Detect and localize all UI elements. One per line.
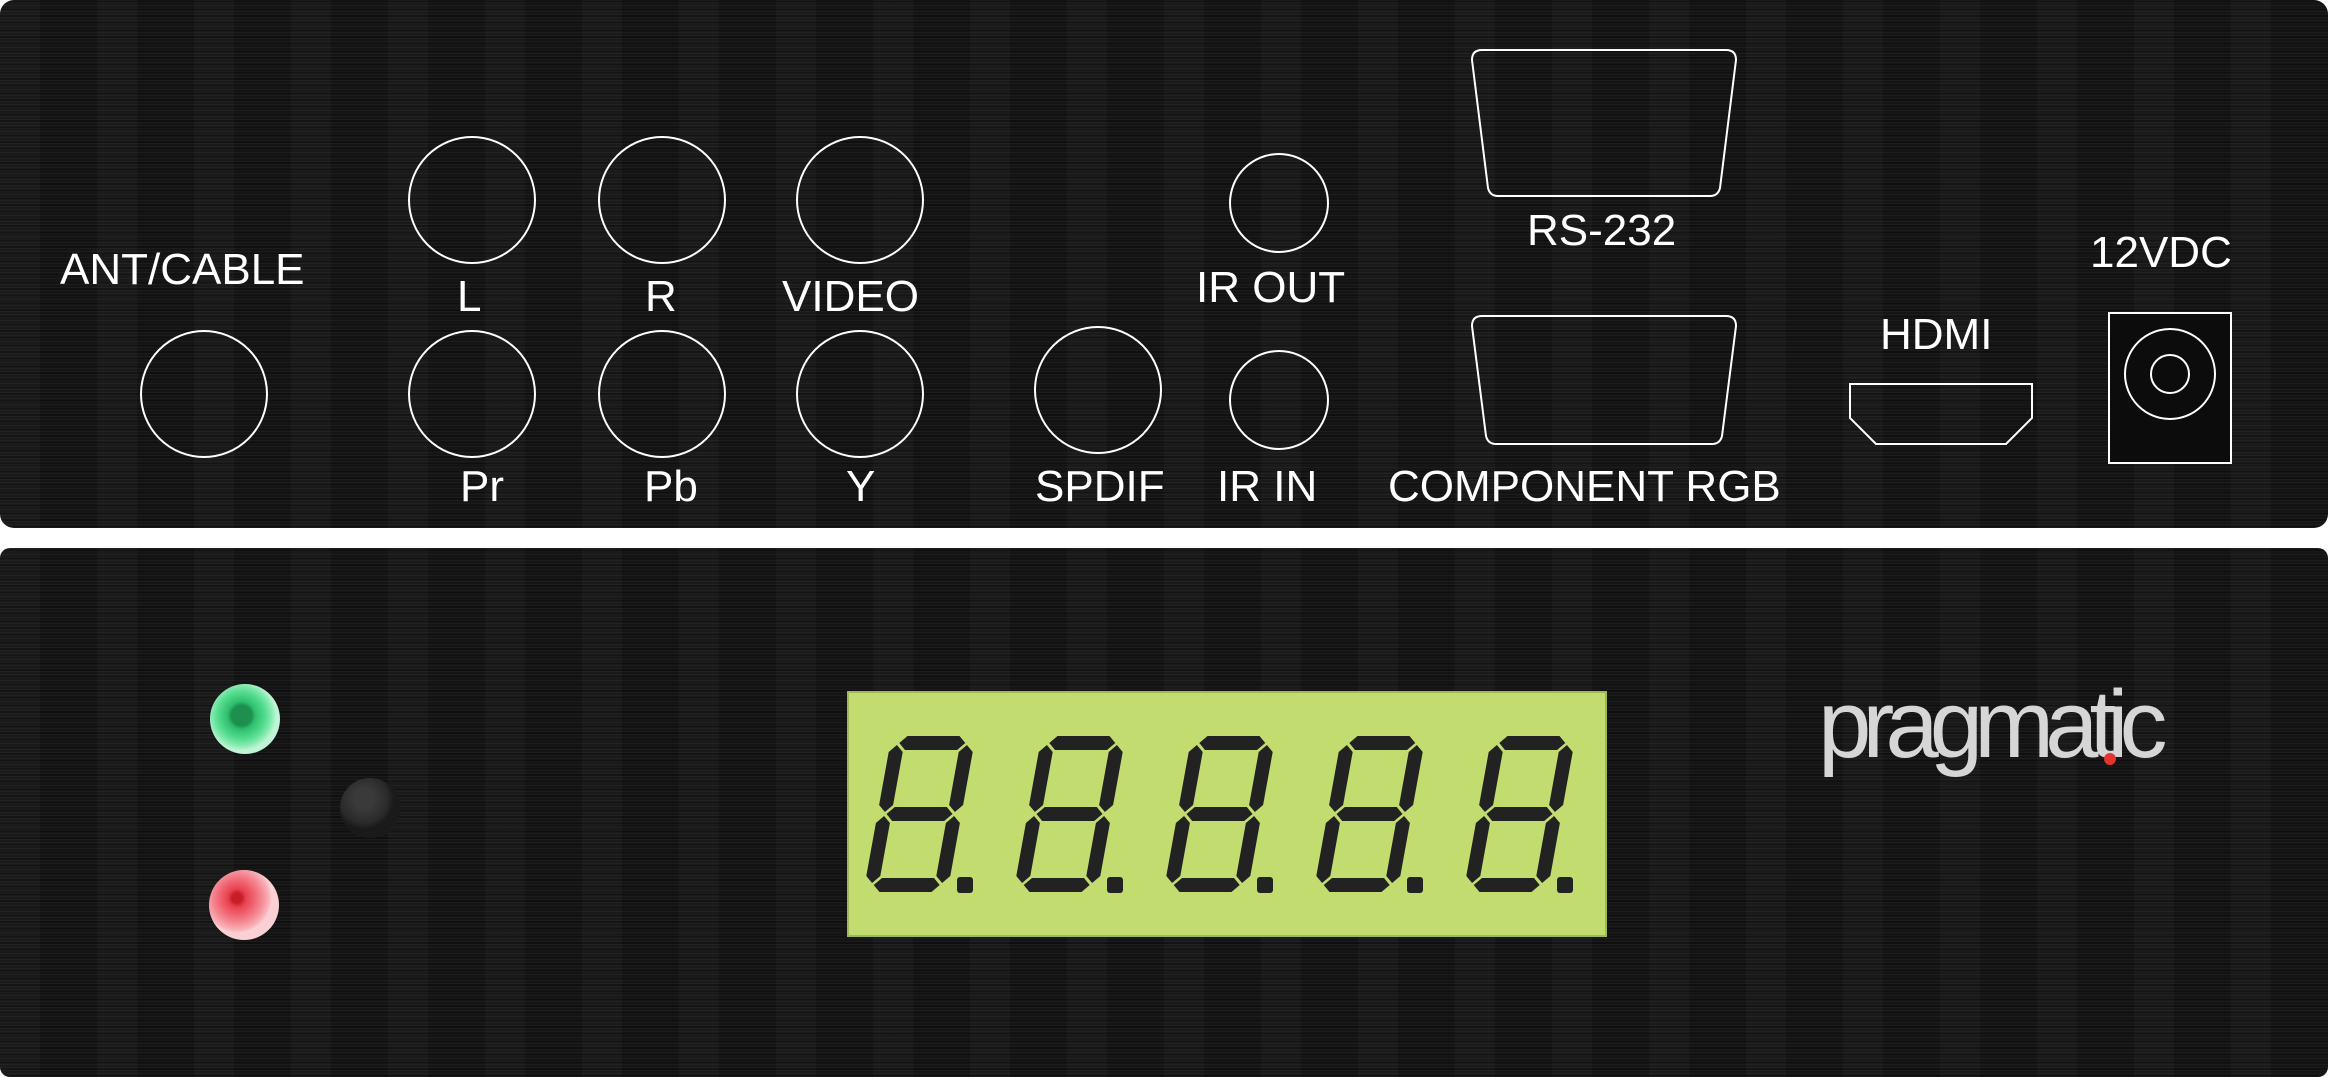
segment-2-d — [1023, 878, 1090, 892]
segment-1-a — [899, 736, 966, 750]
segment-1-e — [866, 816, 890, 883]
pr-jack[interactable] — [408, 330, 536, 458]
label-component-rgb: COMPONENT RGB — [1388, 462, 1781, 511]
label-pr: Pr — [460, 462, 504, 511]
component-rgb-port[interactable] — [1470, 314, 1738, 446]
ant-cable-connector[interactable] — [140, 330, 268, 458]
segment-1-f — [879, 745, 903, 812]
segment-3-c — [1236, 816, 1260, 883]
segment-4-c — [1386, 816, 1410, 883]
segment-4-d — [1323, 878, 1390, 892]
segment-3-a — [1199, 736, 1266, 750]
segment-5-c — [1536, 816, 1560, 883]
segment-5-g — [1486, 807, 1553, 821]
segment-2-a — [1049, 736, 1116, 750]
label-video: VIDEO — [782, 272, 919, 321]
rs232-port[interactable] — [1470, 48, 1738, 198]
segment-1-c — [936, 816, 960, 883]
segment-2-f — [1029, 745, 1053, 812]
segment-4-f — [1329, 745, 1353, 812]
label-ir-in: IR IN — [1217, 462, 1318, 511]
display-digits — [866, 736, 1573, 893]
front-push-button[interactable] — [340, 778, 400, 838]
label-ir-out: IR OUT — [1196, 263, 1346, 312]
segment-1-d — [873, 878, 940, 892]
segment-5-a — [1499, 736, 1566, 750]
segment-4-g — [1336, 807, 1403, 821]
segment-3-e — [1166, 816, 1190, 883]
label-ant-cable: ANT/CABLE — [60, 245, 305, 294]
label-12vdc: 12VDC — [2090, 228, 2232, 277]
decimal-point-2 — [1107, 877, 1123, 893]
spdif-jack[interactable] — [1034, 326, 1162, 454]
segment-2-b — [1099, 745, 1123, 812]
decimal-point-1 — [957, 877, 973, 893]
segment-3-f — [1179, 745, 1203, 812]
brand-dot — [2104, 753, 2116, 765]
segment-1-g — [886, 807, 953, 821]
decimal-point-5 — [1557, 877, 1573, 893]
segment-2-c — [1086, 816, 1110, 883]
label-audio-l: L — [457, 272, 482, 321]
segment-5-e — [1466, 816, 1490, 883]
segment-4-a — [1349, 736, 1416, 750]
segment-2-e — [1016, 816, 1040, 883]
rear-panel: ANT/CABLE L R VIDEO Pr Pb Y SPDIF IR OUT… — [0, 0, 2328, 528]
standby-led-red — [209, 870, 279, 940]
video-jack[interactable] — [796, 136, 924, 264]
dc-power-jack[interactable] — [2108, 312, 2232, 464]
ir-out-jack[interactable] — [1229, 153, 1329, 253]
decimal-point-3 — [1257, 877, 1273, 893]
hdmi-port[interactable] — [1848, 382, 2034, 448]
segment-5-d — [1473, 878, 1540, 892]
decimal-point-4 — [1407, 877, 1423, 893]
pb-jack[interactable] — [598, 330, 726, 458]
label-pb: Pb — [644, 462, 698, 511]
segment-3-b — [1249, 745, 1273, 812]
audio-l-jack[interactable] — [408, 136, 536, 264]
segment-5-b — [1549, 745, 1573, 812]
segment-4-b — [1399, 745, 1423, 812]
segment-1-b — [949, 745, 973, 812]
label-audio-r: R — [645, 272, 677, 321]
segment-5-f — [1479, 745, 1503, 812]
seven-segment-display — [847, 691, 1607, 937]
segment-2-g — [1036, 807, 1103, 821]
segment-3-d — [1173, 878, 1240, 892]
label-rs232: RS-232 — [1527, 206, 1677, 255]
power-led-green — [210, 684, 280, 754]
segment-3-g — [1186, 807, 1253, 821]
audio-r-jack[interactable] — [598, 136, 726, 264]
label-y: Y — [846, 462, 876, 511]
label-hdmi: HDMI — [1880, 310, 1993, 359]
ir-in-jack[interactable] — [1229, 350, 1329, 450]
y-jack[interactable] — [796, 330, 924, 458]
segment-4-e — [1316, 816, 1340, 883]
label-spdif: SPDIF — [1035, 462, 1165, 511]
